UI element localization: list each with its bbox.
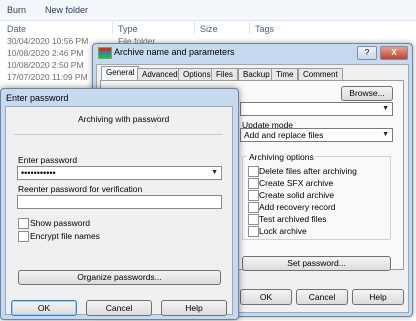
- recovery-record-label[interactable]: Add recovery record: [259, 202, 336, 212]
- column-header-type[interactable]: Type: [118, 24, 138, 34]
- update-mode-select[interactable]: Add and replace files ▼: [240, 128, 393, 142]
- archive-ok-button[interactable]: OK: [240, 289, 292, 305]
- file-row-date[interactable]: 30/04/2020 10:56 PM: [7, 36, 88, 46]
- delete-files-label[interactable]: Delete files after archiving: [259, 166, 357, 176]
- test-files-checkbox[interactable]: [248, 214, 259, 225]
- enter-password-label: Enter password: [18, 155, 78, 165]
- create-solid-label[interactable]: Create solid archive: [259, 190, 334, 200]
- lock-archive-checkbox[interactable]: [248, 226, 259, 237]
- lock-archive-label[interactable]: Lock archive: [259, 226, 307, 236]
- show-password-label[interactable]: Show password: [30, 218, 90, 228]
- burn-button[interactable]: Burn: [7, 5, 26, 15]
- archiving-with-password-heading: Archiving with password: [78, 114, 170, 124]
- chevron-down-icon[interactable]: ▼: [211, 167, 218, 179]
- recovery-record-checkbox[interactable]: [248, 202, 259, 213]
- show-password-checkbox[interactable]: [18, 218, 29, 229]
- reenter-password-input[interactable]: [17, 195, 222, 209]
- tab-general[interactable]: General: [101, 66, 140, 81]
- encrypt-file-names-checkbox[interactable]: [18, 231, 29, 242]
- column-divider[interactable]: [249, 22, 250, 34]
- organize-passwords-button[interactable]: Organize passwords...: [18, 270, 221, 285]
- chevron-down-icon[interactable]: ▼: [382, 129, 389, 141]
- create-sfx-checkbox[interactable]: [248, 178, 259, 189]
- new-folder-button[interactable]: New folder: [45, 5, 88, 15]
- column-header-tags[interactable]: Tags: [255, 24, 274, 34]
- archive-cancel-button[interactable]: Cancel: [296, 289, 348, 305]
- test-files-label[interactable]: Test archived files: [259, 214, 327, 224]
- reenter-password-label: Reenter password for verification: [18, 184, 143, 194]
- password-cancel-button[interactable]: Cancel: [86, 300, 152, 316]
- password-input[interactable]: ••••••••••• ▼: [17, 166, 222, 180]
- password-ok-button[interactable]: OK: [11, 300, 77, 316]
- file-row-date[interactable]: 17/07/2020 11:09 PM: [7, 72, 88, 82]
- help-caption-button[interactable]: ?: [357, 46, 377, 60]
- separator: [14, 134, 223, 135]
- archiving-options-label: Archiving options: [247, 152, 316, 162]
- password-dialog-title: Enter password: [6, 93, 69, 103]
- archive-help-button[interactable]: Help: [352, 289, 404, 305]
- password-help-button[interactable]: Help: [161, 300, 227, 316]
- delete-files-checkbox[interactable]: [248, 166, 259, 177]
- close-caption-button[interactable]: X: [380, 46, 408, 60]
- column-divider[interactable]: [112, 22, 113, 34]
- create-sfx-label[interactable]: Create SFX archive: [259, 178, 333, 188]
- column-header-size[interactable]: Size: [200, 24, 218, 34]
- create-solid-checkbox[interactable]: [248, 190, 259, 201]
- column-divider[interactable]: [194, 22, 195, 34]
- password-value: •••••••••••: [21, 168, 56, 178]
- set-password-button[interactable]: Set password...: [242, 256, 391, 271]
- archive-dialog-title: Archive name and parameters: [114, 47, 235, 57]
- browse-button[interactable]: Browse...: [341, 86, 393, 101]
- column-header-date[interactable]: Date: [7, 24, 26, 34]
- file-row-date[interactable]: 10/08/2020 2:50 PM: [7, 60, 84, 70]
- update-mode-value: Add and replace files: [244, 130, 324, 140]
- encrypt-file-names-label[interactable]: Encrypt file names: [30, 231, 100, 241]
- archive-name-combo[interactable]: ▼: [240, 102, 393, 116]
- chevron-down-icon[interactable]: ▼: [382, 103, 389, 115]
- file-row-date[interactable]: 10/08/2020 2:46 PM: [7, 48, 84, 58]
- winrar-icon: [98, 47, 112, 59]
